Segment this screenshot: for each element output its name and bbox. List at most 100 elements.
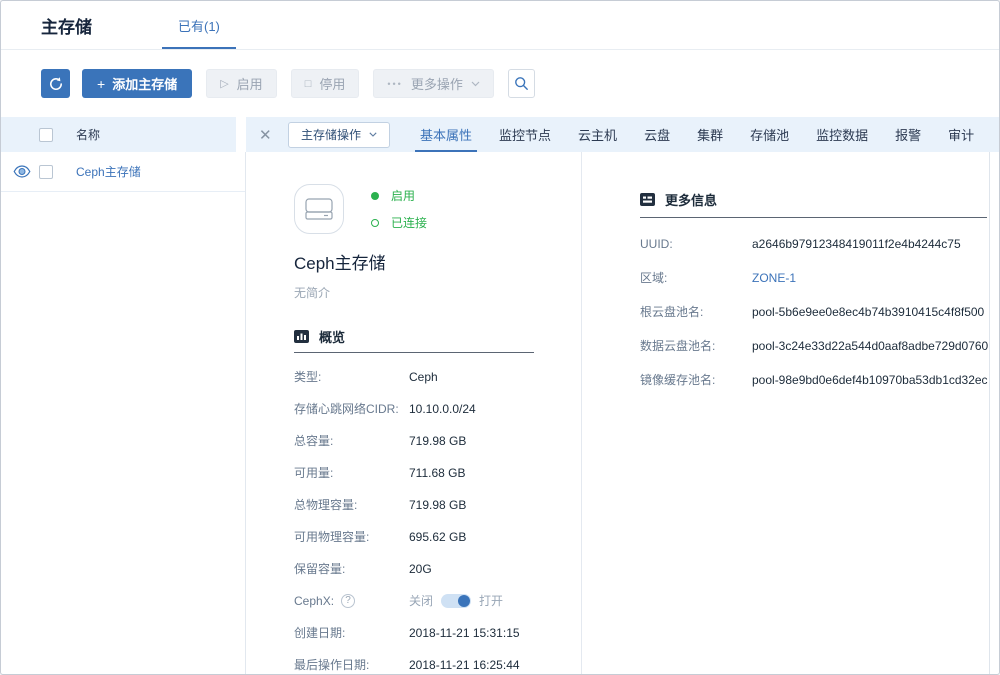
field-total-capacity: 总容量: 719.98 GB xyxy=(294,433,581,449)
cephx-label-group: CephX: ? xyxy=(294,593,409,609)
tab-monitor-nodes[interactable]: 监控节点 xyxy=(499,117,551,152)
toggle-on-label: 打开 xyxy=(479,593,503,609)
field-value: Ceph xyxy=(409,369,438,385)
field-value: 695.62 GB xyxy=(409,529,466,545)
field-label: 数据云盘池名: xyxy=(640,338,752,354)
field-label: 镜像缓存池名: xyxy=(640,372,752,388)
tab-clusters[interactable]: 集群 xyxy=(697,117,723,152)
row-checkbox[interactable] xyxy=(39,165,53,179)
detail-header: ✕ 主存储操作 基本属性 监控节点 云主机 云盘 集群 存储池 监控数据 报警 xyxy=(246,117,999,152)
tab-storage-pools[interactable]: 存储池 xyxy=(750,117,789,152)
app-window: 主存储 已有(1) + 添加主存储 ▷ 启用 □ 停用 ••• 更多操作 xyxy=(0,0,1000,675)
more-info-rule xyxy=(640,217,987,218)
field-label: 可用量: xyxy=(294,465,409,481)
field-value: 2018-11-21 15:31:15 xyxy=(409,625,520,641)
add-primary-storage-label: 添加主存储 xyxy=(112,74,177,93)
field-zone: 区域: ZONE-1 xyxy=(640,270,987,286)
field-label: 存储心跳网络CIDR: xyxy=(294,401,409,417)
field-value: a2646b97912348419011f2e4b4244c75 xyxy=(752,236,961,252)
content-area: 名称 Ceph主存储 ✕ xyxy=(1,117,999,674)
tab-volumes[interactable]: 云盘 xyxy=(644,117,670,152)
enable-button[interactable]: ▷ 启用 xyxy=(206,69,276,98)
overview-section: 概览 类型: Ceph 存储心跳网络CIDR: 10.10.0.0/24 总 xyxy=(294,327,581,673)
status-block: 启用 已连接 xyxy=(371,184,427,234)
page-header: 主存储 已有(1) xyxy=(1,1,999,50)
stop-icon: □ xyxy=(305,78,312,90)
tab-basic-attributes[interactable]: 基本属性 xyxy=(420,117,472,152)
detail-panel: ✕ 主存储操作 基本属性 监控节点 云主机 云盘 集群 存储池 监控数据 报警 xyxy=(246,117,999,674)
field-label: UUID: xyxy=(640,236,752,252)
disable-label: 停用 xyxy=(319,74,345,93)
watching-eye-icon xyxy=(13,165,31,178)
field-value: 719.98 GB xyxy=(409,497,466,513)
field-label: 根云盘池名: xyxy=(640,304,752,320)
play-icon: ▷ xyxy=(220,77,228,90)
field-data-volume-pool: 数据云盘池名: pool-3c24e33d22a544d0aaf8adbe729… xyxy=(640,338,987,354)
field-label: 创建日期: xyxy=(294,625,409,641)
help-icon[interactable]: ? xyxy=(341,594,355,608)
cephx-toggle[interactable] xyxy=(441,594,471,608)
ellipsis-icon: ••• xyxy=(387,79,402,89)
field-label: 保留容量: xyxy=(294,561,409,577)
add-primary-storage-button[interactable]: + 添加主存储 xyxy=(82,69,192,98)
field-type: 类型: Ceph xyxy=(294,369,581,385)
toggle-off-label: 关闭 xyxy=(409,593,433,609)
list-item-ceph-storage[interactable]: Ceph主存储 xyxy=(1,152,245,192)
detail-body: 启用 已连接 Ceph主存储 无简介 xyxy=(246,152,999,674)
field-label: 总物理容量: xyxy=(294,497,409,513)
enabled-dot-icon xyxy=(371,192,379,200)
field-value: pool-5b6e9ee0e8ec4b74b3910415c4f8f500 xyxy=(752,304,984,320)
field-available-capacity: 可用量: 711.68 GB xyxy=(294,465,581,481)
status-connected: 已连接 xyxy=(371,214,427,231)
tab-monitor-data[interactable]: 监控数据 xyxy=(816,117,868,152)
status-enabled-label: 启用 xyxy=(391,187,415,204)
tab-alerts[interactable]: 报警 xyxy=(895,117,921,152)
page-title: 主存储 xyxy=(41,13,92,38)
tab-vm-instances[interactable]: 云主机 xyxy=(578,117,617,152)
list-square-icon xyxy=(640,193,655,206)
close-icon[interactable]: ✕ xyxy=(259,126,277,144)
tab-existing[interactable]: 已有(1) xyxy=(162,1,236,49)
field-create-date: 创建日期: 2018-11-21 15:31:15 xyxy=(294,625,581,641)
field-label: 类型: xyxy=(294,369,409,385)
field-label: 最后操作日期: xyxy=(294,657,409,673)
field-value: pool-3c24e33d22a544d0aaf8adbe729d0760 xyxy=(752,338,988,354)
field-label: 可用物理容量: xyxy=(294,529,409,545)
basic-attributes-column: 启用 已连接 Ceph主存储 无简介 xyxy=(246,152,581,674)
field-label: 区域: xyxy=(640,270,752,286)
field-label: 总容量: xyxy=(294,433,409,449)
more-info-heading: 更多信息 xyxy=(640,190,987,209)
search-button[interactable] xyxy=(508,69,535,98)
tab-audit[interactable]: 审计 xyxy=(948,117,974,152)
more-info-heading-label: 更多信息 xyxy=(665,190,717,209)
refresh-icon xyxy=(48,76,64,92)
name-column-header: 名称 xyxy=(76,126,100,143)
toolbar: + 添加主存储 ▷ 启用 □ 停用 ••• 更多操作 xyxy=(1,50,999,117)
zone-link[interactable]: ZONE-1 xyxy=(752,270,796,286)
overview-heading-label: 概览 xyxy=(319,327,345,346)
field-root-volume-pool: 根云盘池名: pool-5b6e9ee0e8ec4b74b3910415c4f8… xyxy=(640,304,987,320)
field-value: 711.68 GB xyxy=(409,465,465,481)
field-cephx: CephX: ? 关闭 打开 xyxy=(294,593,581,609)
list-header: 名称 xyxy=(1,117,236,152)
field-heartbeat-cidr: 存储心跳网络CIDR: 10.10.0.0/24 xyxy=(294,401,581,417)
detail-tabs: 基本属性 监控节点 云主机 云盘 集群 存储池 监控数据 报警 审计 xyxy=(420,117,974,152)
enable-label: 启用 xyxy=(237,74,263,93)
field-total-physical-capacity: 总物理容量: 719.98 GB xyxy=(294,497,581,513)
field-value: 10.10.0.0/24 xyxy=(409,401,476,417)
more-actions-label: 更多操作 xyxy=(411,74,463,93)
field-value: 2018-11-21 16:25:44 xyxy=(409,657,520,673)
more-info-column: 更多信息 UUID: a2646b97912348419011f2e4b4244… xyxy=(581,152,990,674)
field-uuid: UUID: a2646b97912348419011f2e4b4244c75 xyxy=(640,236,987,252)
storage-actions-label: 主存储操作 xyxy=(301,126,361,143)
select-all-checkbox[interactable] xyxy=(39,128,53,142)
cephx-label: CephX: xyxy=(294,593,334,609)
field-value: pool-98e9bd0e6def4b10970ba53db1cd32ec xyxy=(752,372,988,388)
more-actions-button[interactable]: ••• 更多操作 xyxy=(373,69,493,98)
refresh-button[interactable] xyxy=(41,69,70,98)
field-last-op-date: 最后操作日期: 2018-11-21 16:25:44 xyxy=(294,657,581,673)
field-value: 719.98 GB xyxy=(409,433,466,449)
disable-button[interactable]: □ 停用 xyxy=(291,69,360,98)
storage-actions-dropdown[interactable]: 主存储操作 xyxy=(288,122,390,148)
storage-name-link[interactable]: Ceph主存储 xyxy=(76,163,141,180)
